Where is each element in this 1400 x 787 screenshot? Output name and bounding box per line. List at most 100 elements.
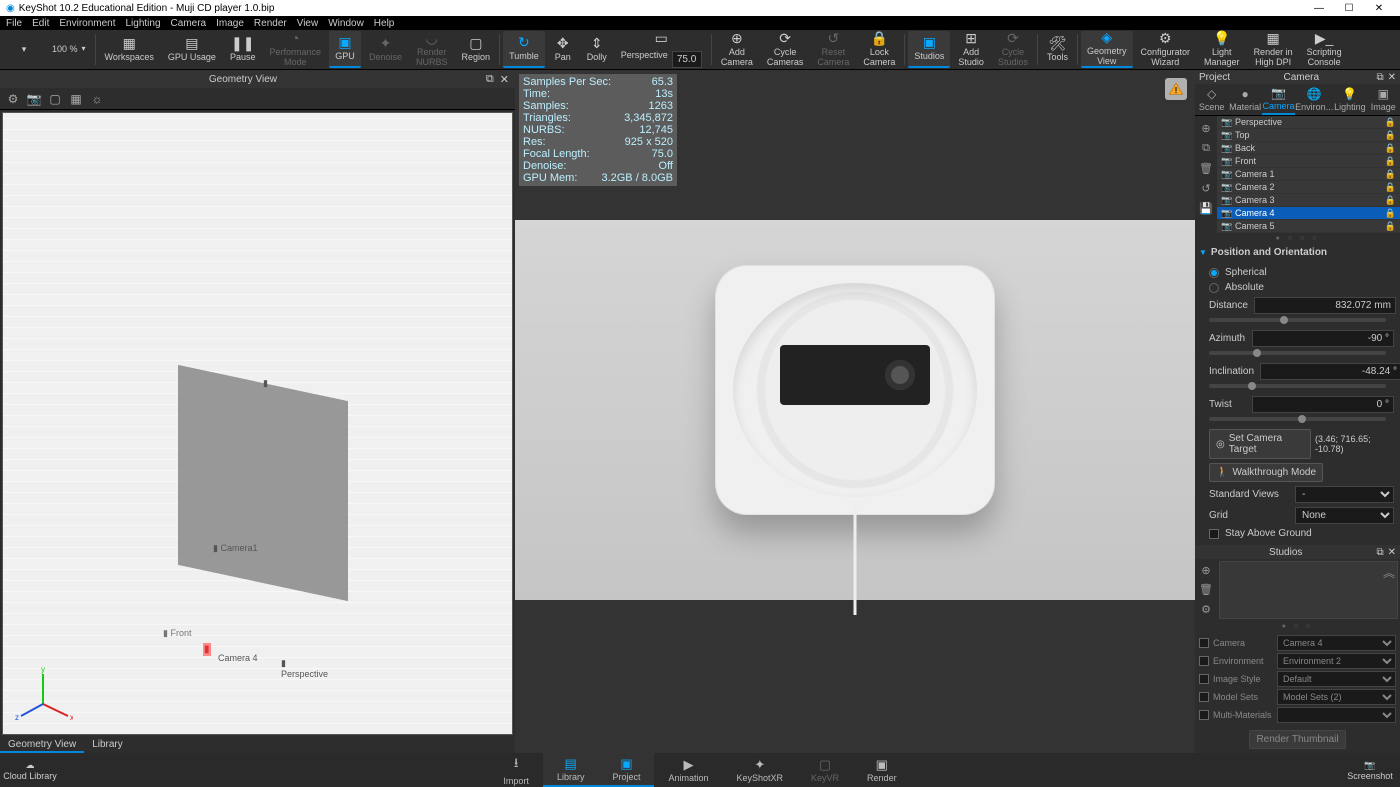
azimuth-slider[interactable]	[1209, 351, 1386, 355]
reset-camera-button[interactable]: ↺Reset Camera	[811, 31, 855, 68]
menu-image[interactable]: Image	[216, 18, 244, 29]
render-thumbnail-button[interactable]: Render Thumbnail	[1249, 730, 1345, 749]
box-icon[interactable]: ▢	[46, 90, 64, 108]
studio-modelsets-select[interactable]: Model Sets (2)	[1277, 689, 1396, 705]
menu-lighting[interactable]: Lighting	[126, 18, 161, 29]
lock-icon[interactable]: 🔒	[1385, 117, 1396, 128]
checkbox-icon[interactable]	[1199, 674, 1209, 684]
popout-icon[interactable]: ⧉	[486, 73, 494, 86]
grid-select[interactable]: None	[1295, 507, 1394, 524]
collapse-up-icon[interactable]: ︽	[1383, 564, 1395, 581]
add-camera-icon[interactable]: ⊕	[1198, 120, 1214, 136]
stay-above-ground-row[interactable]: Stay Above Ground	[1201, 526, 1394, 541]
save-icon[interactable]: 💾	[1198, 200, 1214, 216]
gear-icon[interactable]: ⚙	[4, 90, 22, 108]
cycle-studios-button[interactable]: ⟳Cycle Studios	[992, 31, 1034, 68]
add-camera-button[interactable]: ⊕Add Camera	[715, 31, 759, 68]
camera-row-1[interactable]: 📷Camera 1🔒	[1217, 168, 1400, 181]
lock-icon[interactable]: 🔒	[1385, 208, 1396, 219]
camera-icon[interactable]: 📷	[25, 90, 43, 108]
pager-dots[interactable]: ● ○ ○ ○	[1195, 233, 1400, 244]
animation-button[interactable]: ▶Animation	[654, 753, 722, 787]
lock-icon[interactable]: 🔒	[1385, 195, 1396, 206]
inclination-slider[interactable]	[1209, 384, 1386, 388]
checkbox-icon[interactable]	[1199, 638, 1209, 648]
render-button[interactable]: ▣Render	[853, 753, 911, 787]
workspaces-button[interactable]: ▦Workspaces	[99, 31, 160, 68]
pager-dots[interactable]: ● ○ ○	[1195, 621, 1400, 632]
menu-file[interactable]: File	[6, 18, 22, 29]
tools-button[interactable]: 🛠Tools	[1041, 31, 1074, 68]
inclination-input[interactable]	[1260, 363, 1400, 380]
close-icon[interactable]: ✕	[1388, 547, 1396, 558]
standard-views-select[interactable]: -	[1295, 486, 1394, 503]
lock-icon[interactable]: 🔒	[1385, 169, 1396, 180]
camera-row-2[interactable]: 📷Camera 2🔒	[1217, 181, 1400, 194]
screenshot-button[interactable]: 📷Screenshot	[1340, 753, 1400, 787]
minimize-button[interactable]: —	[1304, 3, 1334, 14]
workspace-dropdown[interactable]: ▾	[4, 31, 44, 68]
studio-camera-select[interactable]: Camera 4	[1277, 635, 1396, 651]
gpu-usage-button[interactable]: ▤GPU Usage	[162, 31, 222, 68]
zoom-dropdown[interactable]: 100 %▾	[46, 31, 92, 68]
camera-row-3[interactable]: 📷Camera 3🔒	[1217, 194, 1400, 207]
tab-camera[interactable]: 📷Camera	[1262, 84, 1295, 115]
menu-camera[interactable]: Camera	[171, 18, 207, 29]
checkbox-icon[interactable]	[1199, 692, 1209, 702]
lock-icon[interactable]: 🔒	[1385, 156, 1396, 167]
distance-slider[interactable]	[1209, 318, 1386, 322]
perspective-value[interactable]: ▭Perspective	[615, 31, 708, 68]
studio-environment-select[interactable]: Environment 2	[1277, 653, 1396, 669]
checkbox-icon[interactable]	[1199, 710, 1209, 720]
camera-row-perspective[interactable]: 📷Perspective🔒	[1217, 116, 1400, 129]
lock-icon[interactable]: 🔒	[1385, 182, 1396, 193]
radio-absolute[interactable]: Absolute	[1201, 280, 1394, 295]
camera-row-back[interactable]: 📷Back🔒	[1217, 142, 1400, 155]
studio-list[interactable]: ︽	[1219, 561, 1398, 619]
lock-icon[interactable]: 🔒	[1385, 130, 1396, 141]
delete-icon[interactable]: 🗑	[1198, 582, 1214, 597]
twist-input[interactable]	[1252, 396, 1394, 413]
add-icon[interactable]: ⊕	[1198, 563, 1214, 578]
distance-input[interactable]	[1254, 297, 1396, 314]
configurator-wizard-button[interactable]: ⚙Configurator Wizard	[1135, 31, 1197, 68]
tab-scene[interactable]: ◇Scene	[1195, 84, 1228, 115]
perspective-input[interactable]	[672, 51, 702, 68]
cycle-cameras-button[interactable]: ⟳Cycle Cameras	[761, 31, 810, 68]
menu-environment[interactable]: Environment	[59, 18, 115, 29]
light-manager-button[interactable]: 💡Light Manager	[1198, 31, 1246, 68]
set-camera-target-button[interactable]: ◎Set Camera Target	[1209, 429, 1311, 459]
dolly-button[interactable]: ⇕Dolly	[581, 31, 613, 68]
duplicate-icon[interactable]: ⧉	[1198, 140, 1214, 156]
project-button[interactable]: ▣Project	[598, 753, 654, 787]
lock-camera-button[interactable]: 🔒Lock Camera	[857, 31, 901, 68]
menu-help[interactable]: Help	[374, 18, 395, 29]
gpu-button[interactable]: ▣GPU	[329, 31, 361, 68]
studio-style-select[interactable]: Default	[1277, 671, 1396, 687]
camera-row-4[interactable]: 📷Camera 4🔒	[1217, 207, 1400, 220]
render-viewport[interactable]: Samples Per Sec:65.3 Time:13s Samples:12…	[515, 70, 1195, 753]
menu-edit[interactable]: Edit	[32, 18, 49, 29]
popout-icon[interactable]: ⧉	[1376, 72, 1383, 83]
menu-render[interactable]: Render	[254, 18, 287, 29]
camera-row-front[interactable]: 📷Front🔒	[1217, 155, 1400, 168]
denoise-button[interactable]: ✦Denoise	[363, 31, 408, 68]
gear-icon[interactable]: ⚙	[1198, 602, 1214, 617]
menu-view[interactable]: View	[297, 18, 319, 29]
tab-material[interactable]: ●Material	[1228, 84, 1261, 115]
high-dpi-button[interactable]: ▦Render in High DPI	[1248, 31, 1299, 68]
checkbox-icon[interactable]	[1199, 656, 1209, 666]
camera-row-5[interactable]: 📷Camera 5🔒	[1217, 220, 1400, 233]
maximize-button[interactable]: ☐	[1334, 3, 1364, 14]
lock-icon[interactable]: 🔒	[1385, 143, 1396, 154]
azimuth-input[interactable]	[1252, 330, 1394, 347]
warning-icon[interactable]	[1165, 78, 1187, 100]
render-nurbs-button[interactable]: ◡Render NURBS	[410, 31, 454, 68]
performance-mode-button[interactable]: ◔Performance Mode	[263, 31, 327, 68]
walkthrough-mode-button[interactable]: 🚶Walkthrough Mode	[1209, 463, 1323, 482]
light-icon[interactable]: ☼	[88, 90, 106, 108]
pause-button[interactable]: ❚❚Pause	[224, 31, 262, 68]
studio-multimat-select[interactable]	[1277, 707, 1396, 723]
library-button[interactable]: ▤Library	[543, 753, 599, 787]
keyvr-button[interactable]: ▢KeyVR	[797, 753, 853, 787]
